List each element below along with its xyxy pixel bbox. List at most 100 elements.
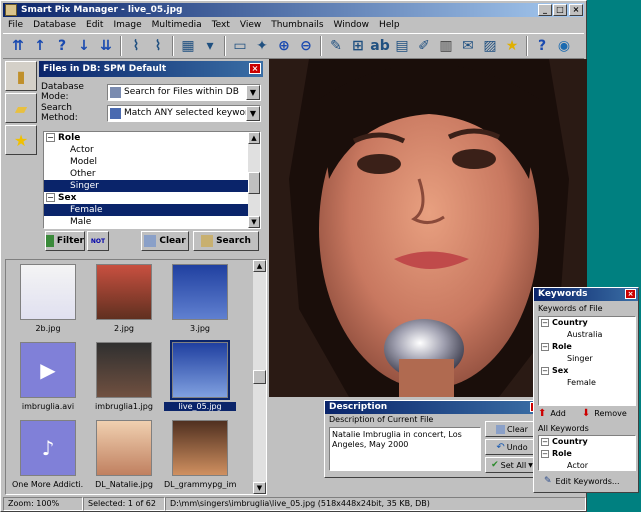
file-keywords-tree[interactable]: − Country Australia − Role Singer − Sex Female <box>538 316 636 406</box>
keyword-tree[interactable]: − Role Actor Model Other Singer − Sex Female Male… <box>43 131 261 229</box>
description-undo-button[interactable]: ↶ Undo <box>485 439 539 455</box>
scroll-up-icon[interactable]: ▲ <box>253 260 266 272</box>
thumbnail-scrollbar[interactable]: ▲ ▼ <box>253 260 266 494</box>
thumbnail-item[interactable]: imbruglia1.jpg <box>88 340 160 418</box>
collapse-icon[interactable]: − <box>541 343 549 351</box>
thumbnail-item[interactable]: live_05.jpg <box>164 340 236 418</box>
favorites-tab[interactable]: ★ <box>5 125 37 155</box>
dropdown-icon[interactable]: ▾ <box>199 35 221 57</box>
edit-keywords-button[interactable]: ✎ Edit Keywords... <box>544 476 620 486</box>
folder-icon[interactable]: ▤ <box>391 35 413 57</box>
tree-group[interactable]: − Role <box>44 132 260 144</box>
edit-icon[interactable]: ✐ <box>413 35 435 57</box>
thumbnail-item[interactable]: 3.jpg <box>164 262 236 340</box>
tree-item[interactable]: Female <box>44 204 260 216</box>
menu-image[interactable]: Image <box>108 18 146 32</box>
zoom-in-icon[interactable]: ⊕ <box>273 35 295 57</box>
search-button[interactable]: Search <box>193 231 259 251</box>
tree-item[interactable]: Singer <box>44 180 260 192</box>
remove-keyword-button[interactable]: Remove <box>594 409 626 418</box>
menu-multimedia[interactable]: Multimedia <box>147 18 207 32</box>
maximize-button[interactable]: □ <box>553 4 567 16</box>
menu-file[interactable]: File <box>3 18 28 32</box>
filter-button[interactable]: Filter <box>45 231 85 251</box>
file-keyword-group[interactable]: − Role <box>539 341 635 353</box>
file-keyword-item[interactable]: Female <box>539 377 635 389</box>
chevron-down-icon[interactable]: ▼ <box>246 105 260 121</box>
file-keyword-group[interactable]: − Country <box>539 317 635 329</box>
all-keywords-tree[interactable]: − Country − Role Actor <box>538 435 636 471</box>
collapse-icon[interactable]: − <box>541 438 549 446</box>
all-keyword-item[interactable]: Actor <box>539 460 635 470</box>
tree-item[interactable]: Male <box>44 216 260 228</box>
database-mode-select[interactable]: Search for Files within DB ▼ <box>107 83 261 101</box>
down-icon[interactable]: ↓ <box>73 35 95 57</box>
menu-window[interactable]: Window <box>329 18 375 32</box>
tree-item[interactable]: Actor <box>44 144 260 156</box>
close-icon[interactable]: × <box>625 289 636 299</box>
collapse-icon[interactable]: − <box>541 450 549 458</box>
broom-icon[interactable]: ⌇ <box>125 35 147 57</box>
open-icon[interactable]: ✎ <box>325 35 347 57</box>
file-keyword-item[interactable]: Australia <box>539 329 635 341</box>
thumbnail-item[interactable]: ▶ imbruglia.avi <box>12 340 84 418</box>
grid-icon[interactable]: ▦ <box>177 35 199 57</box>
menu-help[interactable]: Help <box>374 18 405 32</box>
star-icon[interactable]: ★ <box>501 35 523 57</box>
thumbnail-item[interactable]: DL_Natalie.jpg <box>88 418 160 494</box>
menu-text[interactable]: Text <box>207 18 235 32</box>
scroll-up-icon[interactable]: ▲ <box>248 132 260 144</box>
all-keyword-group[interactable]: − Role <box>539 448 635 460</box>
text-icon[interactable]: ab <box>369 35 391 57</box>
database-tab[interactable]: ▮ <box>5 61 37 91</box>
scroll-down-icon[interactable]: ▼ <box>248 216 260 228</box>
last-icon[interactable]: ⇊ <box>95 35 117 57</box>
collapse-icon[interactable]: − <box>541 319 549 327</box>
description-textarea[interactable]: Natalie Imbruglia in concert, Los Angele… <box>329 427 481 471</box>
collapse-icon[interactable]: − <box>541 367 549 375</box>
tree-item[interactable]: Other <box>44 168 260 180</box>
menu-view[interactable]: View <box>235 18 266 32</box>
stamp-icon[interactable]: ⊞ <box>347 35 369 57</box>
file-keyword-group[interactable]: − Sex <box>539 365 635 377</box>
chevron-down-icon[interactable]: ▼ <box>246 84 260 100</box>
file-keyword-item[interactable]: Singer <box>539 353 635 365</box>
close-button[interactable]: × <box>569 4 583 16</box>
all-keyword-group[interactable]: − Country <box>539 436 635 448</box>
tree-group[interactable]: − Sex <box>44 192 260 204</box>
description-clear-button[interactable]: Clear <box>485 421 539 437</box>
thumbnail-item[interactable]: 2.jpg <box>88 262 160 340</box>
menu-database[interactable]: Database <box>28 18 81 32</box>
thumbnail-item[interactable]: DL_grammypg_im... <box>164 418 236 494</box>
question-icon[interactable]: ? <box>531 35 553 57</box>
title-bar[interactable]: Smart Pix Manager - live_05.jpg _ □ × <box>3 3 584 17</box>
broom2-icon[interactable]: ⌇ <box>147 35 169 57</box>
help-icon[interactable]: ? <box>51 35 73 57</box>
globe-icon[interactable]: ◉ <box>553 35 575 57</box>
collapse-icon[interactable]: − <box>46 133 55 142</box>
scroll-down-icon[interactable]: ▼ <box>253 482 266 494</box>
not-button[interactable]: NOT <box>87 231 109 251</box>
mail-icon[interactable]: ✉ <box>457 35 479 57</box>
tree-scrollbar[interactable]: ▲ ▼ <box>248 132 260 228</box>
menu-thumbnails[interactable]: Thumbnails <box>266 18 328 32</box>
first-icon[interactable]: ⇈ <box>7 35 29 57</box>
export-icon[interactable]: ✦ <box>251 35 273 57</box>
fit-icon[interactable]: ▭ <box>229 35 251 57</box>
description-setall-button[interactable]: ✔ Set All ▼ <box>485 457 539 473</box>
zoom-out-icon[interactable]: ⊖ <box>295 35 317 57</box>
add-keyword-button[interactable]: Add <box>550 409 566 418</box>
search-method-select[interactable]: Match ANY selected keywords ▼ <box>107 104 261 122</box>
scroll-thumb[interactable] <box>248 172 260 194</box>
scroll-thumb[interactable] <box>253 370 266 384</box>
image-icon[interactable]: ▨ <box>479 35 501 57</box>
tree-item[interactable]: Model <box>44 156 260 168</box>
folder-tab[interactable]: ▰ <box>5 93 37 123</box>
minimize-button[interactable]: _ <box>538 4 552 16</box>
clear-button[interactable]: Clear <box>141 231 189 251</box>
thumbnail-item[interactable]: 2b.jpg <box>12 262 84 340</box>
delete-icon[interactable]: ▥ <box>435 35 457 57</box>
menu-edit[interactable]: Edit <box>81 18 108 32</box>
up-icon[interactable]: ↑ <box>29 35 51 57</box>
collapse-icon[interactable]: − <box>46 193 55 202</box>
